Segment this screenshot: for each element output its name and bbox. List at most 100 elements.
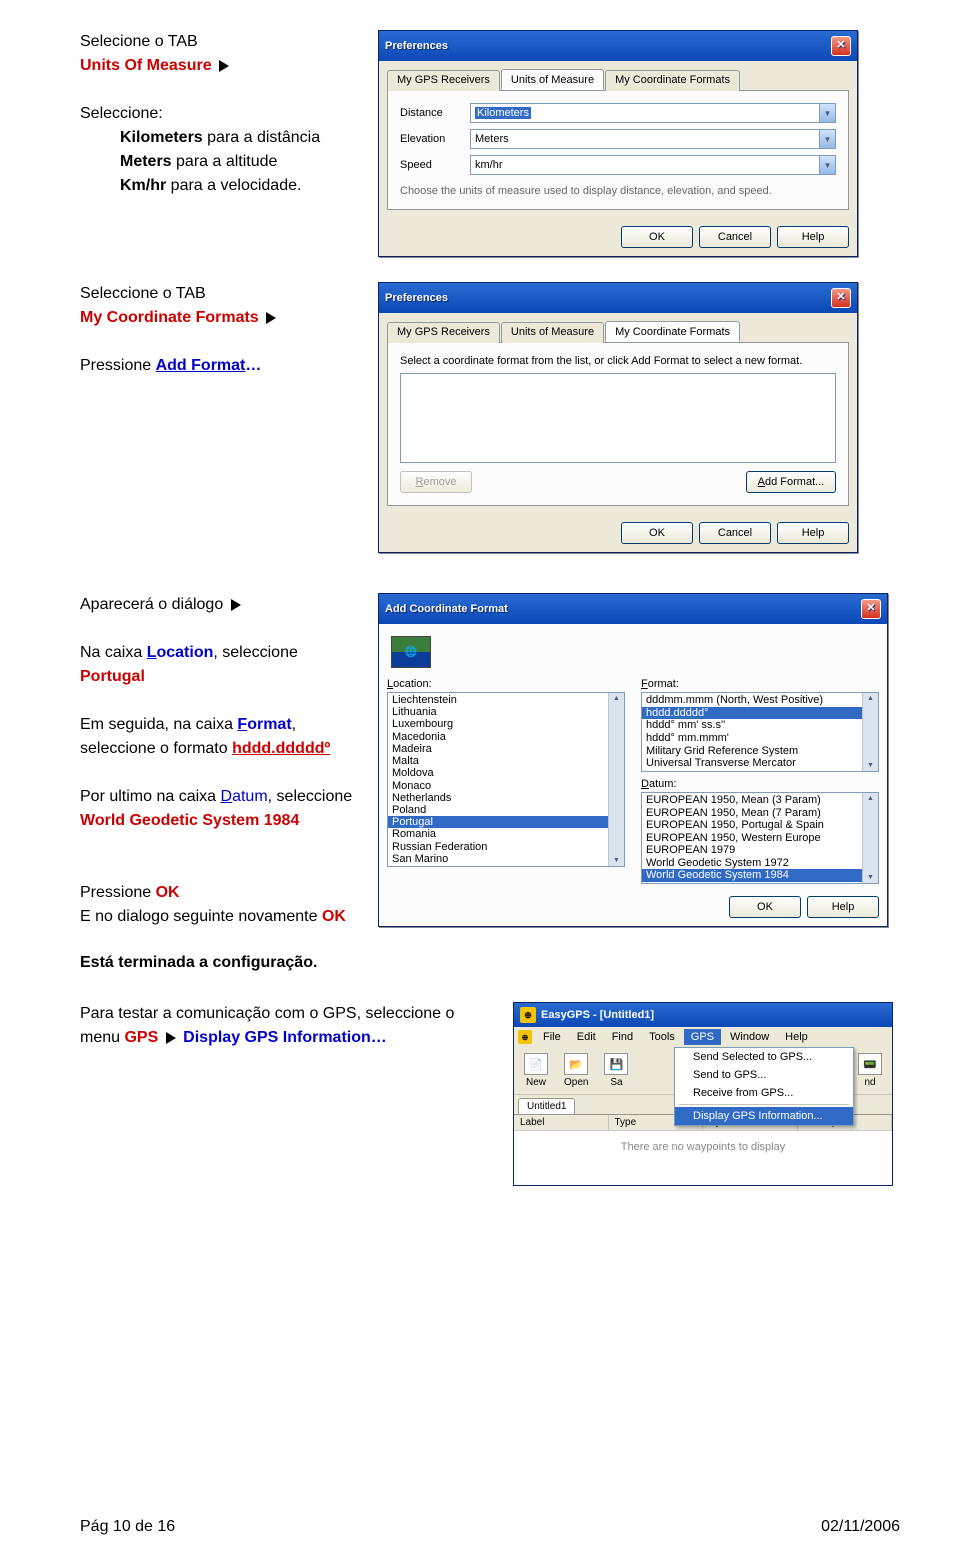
list-item[interactable]: EUROPEAN 1950, Mean (3 Param): [642, 794, 862, 807]
list-item[interactable]: Lithuania: [388, 706, 608, 718]
section3-p5a: Pressione: [80, 884, 156, 901]
li-kilometers-desc: para a distância: [203, 129, 320, 146]
dialog-title: Add Coordinate Format: [385, 603, 508, 615]
add-format-button[interactable]: Add Format...: [746, 471, 836, 493]
list-item[interactable]: Portugal: [388, 816, 608, 828]
menu-gps[interactable]: GPS: [684, 1029, 721, 1045]
list-item[interactable]: Poland: [388, 804, 608, 816]
cancel-button[interactable]: Cancel: [699, 522, 771, 544]
toolbar-open[interactable]: 📂Open: [558, 1051, 594, 1090]
list-item[interactable]: Romania: [388, 828, 608, 840]
doc-tab[interactable]: Untitled1: [518, 1098, 575, 1114]
help-button[interactable]: Help: [777, 226, 849, 248]
format-listbox[interactable]: dddmm.mmm (North, West Positive)hddd.ddd…: [641, 692, 879, 772]
help-button[interactable]: Help: [777, 522, 849, 544]
datum-listbox[interactable]: EUROPEAN 1950, Mean (3 Param)EUROPEAN 19…: [641, 792, 879, 884]
list-item[interactable]: Netherlands: [388, 792, 608, 804]
dialog-title: Preferences: [385, 292, 448, 304]
list-item[interactable]: EUROPEAN 1979: [642, 844, 862, 857]
list-item[interactable]: EUROPEAN 1950, Mean (7 Param): [642, 807, 862, 820]
tab-my-coordinate-formats[interactable]: My Coordinate Formats: [605, 321, 740, 342]
list-item[interactable]: Universal Transverse Mercator: [642, 757, 862, 770]
list-item[interactable]: hddd° mm' ss.s'': [642, 719, 862, 732]
ok-ref: OK: [156, 884, 180, 901]
app-title-text: EasyGPS - [Untitled1]: [541, 1009, 654, 1021]
tab-units-of-measure[interactable]: Units of Measure: [501, 69, 604, 90]
menu-item-send-selected[interactable]: Send Selected to GPS...: [675, 1048, 853, 1066]
label-elevation: Elevation: [400, 133, 470, 145]
elevation-value: Meters: [475, 133, 509, 145]
scrollbar[interactable]: ▲▼: [862, 693, 878, 771]
menu-file[interactable]: File: [536, 1029, 568, 1045]
menu-item-send-to-gps[interactable]: Send to GPS...: [675, 1066, 853, 1084]
chevron-down-icon: ▼: [819, 104, 835, 122]
arrow-icon: [219, 60, 229, 72]
list-item[interactable]: hddd° mm.mmm': [642, 732, 862, 745]
tab-units-of-measure[interactable]: Units of Measure: [501, 322, 604, 343]
list-item[interactable]: World Geodetic System 1984: [642, 869, 862, 882]
distance-select[interactable]: Kilometers ▼: [470, 103, 836, 123]
list-item[interactable]: Malta: [388, 755, 608, 767]
section3-p4a: Por ultimo na caixa: [80, 788, 221, 805]
list-item[interactable]: hddd.ddddd°: [642, 707, 862, 720]
li-kilometers: Kilometers: [120, 129, 203, 146]
menu-help[interactable]: Help: [778, 1029, 815, 1045]
list-item[interactable]: Luxembourg: [388, 718, 608, 730]
empty-text: There are no waypoints to display: [514, 1131, 892, 1163]
close-icon[interactable]: ✕: [831, 36, 851, 56]
close-icon[interactable]: ✕: [861, 599, 881, 619]
easygps-app: ⊕ EasyGPS - [Untitled1] ⊕ File Edit Find…: [513, 1002, 893, 1186]
ok-button[interactable]: OK: [621, 522, 693, 544]
ok-button[interactable]: OK: [729, 896, 801, 918]
list-item[interactable]: Macedonia: [388, 731, 608, 743]
speed-select[interactable]: km/hr ▼: [470, 155, 836, 175]
list-item[interactable]: Monaco: [388, 780, 608, 792]
tab-my-gps-receivers[interactable]: My GPS Receivers: [387, 322, 500, 343]
menu-tools[interactable]: Tools: [642, 1029, 682, 1045]
menu-window[interactable]: Window: [723, 1029, 776, 1045]
list-item[interactable]: Madeira: [388, 743, 608, 755]
datum-label: Datum:: [641, 778, 879, 790]
list-item[interactable]: Military Grid Reference System: [642, 745, 862, 758]
gps-dropdown-menu: Send Selected to GPS... Send to GPS... R…: [674, 1047, 854, 1126]
list-item[interactable]: dddmm.mmm (North, West Positive): [642, 694, 862, 707]
close-icon[interactable]: ✕: [831, 288, 851, 308]
tab-units-measure: Units Of Measure: [80, 57, 212, 74]
toolbar-nd[interactable]: 📟nd: [852, 1051, 888, 1090]
scrollbar[interactable]: ▲▼: [862, 793, 878, 883]
list-item[interactable]: EUROPEAN 1950, Portugal & Spain: [642, 819, 862, 832]
li-meters: Meters: [120, 153, 172, 170]
menu-item-receive[interactable]: Receive from GPS...: [675, 1084, 853, 1102]
list-item[interactable]: EUROPEAN 1950, Western Europe: [642, 832, 862, 845]
help-button[interactable]: Help: [807, 896, 879, 918]
location-label: Location:: [387, 678, 625, 690]
list-item[interactable]: World Geodetic System 1972: [642, 857, 862, 870]
list-item[interactable]: Russian Federation: [388, 841, 608, 853]
arrow-icon: [231, 599, 241, 611]
location-listbox[interactable]: LiechtensteinLithuaniaLuxembourgMacedoni…: [387, 692, 625, 867]
elevation-select[interactable]: Meters ▼: [470, 129, 836, 149]
format-listbox[interactable]: [400, 373, 836, 463]
arrow-icon: [266, 312, 276, 324]
dialog-title: Preferences: [385, 40, 448, 52]
label-speed: Speed: [400, 159, 470, 171]
cancel-button[interactable]: Cancel: [699, 226, 771, 248]
menu-find[interactable]: Find: [605, 1029, 640, 1045]
toolbar-new[interactable]: 📄New: [518, 1051, 554, 1090]
toolbar-save[interactable]: 💾Sa: [598, 1051, 634, 1090]
app-icon: ⊕: [520, 1007, 536, 1023]
list-item[interactable]: San Marino: [388, 853, 608, 865]
tab-my-coordinate-formats[interactable]: My Coordinate Formats: [605, 70, 740, 91]
col-label[interactable]: Label: [514, 1115, 609, 1130]
scrollbar[interactable]: ▲▼: [608, 693, 624, 866]
done-text: Está terminada a configuração.: [80, 954, 900, 972]
section2-press: Pressione: [80, 357, 156, 374]
section1-line1: Selecione o TAB: [80, 30, 360, 54]
list-item[interactable]: Moldova: [388, 767, 608, 779]
menu-item-display-gps-info[interactable]: Display GPS Information...: [675, 1107, 853, 1125]
list-item[interactable]: Liechtenstein: [388, 694, 608, 706]
menu-edit[interactable]: Edit: [570, 1029, 603, 1045]
preferences-dialog-1: Preferences ✕ My GPS Receivers Units of …: [378, 30, 858, 257]
tab-my-gps-receivers[interactable]: My GPS Receivers: [387, 70, 500, 91]
ok-button[interactable]: OK: [621, 226, 693, 248]
